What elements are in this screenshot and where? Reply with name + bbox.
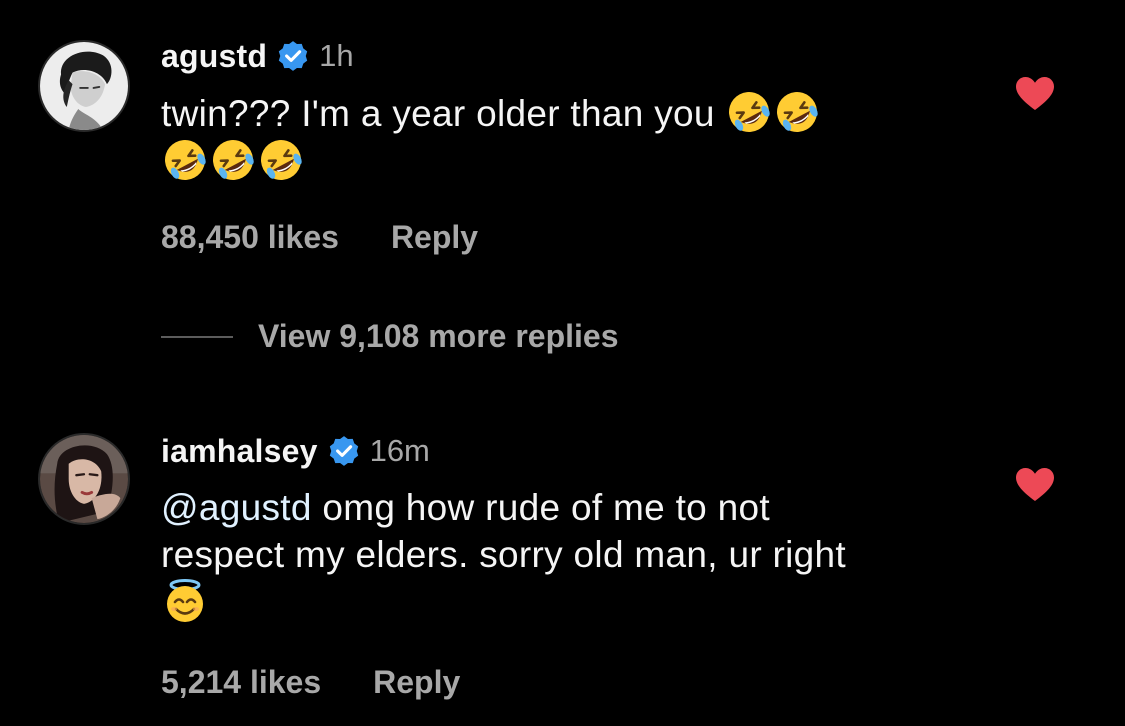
likes-count[interactable]: 5,214 likes bbox=[161, 664, 321, 701]
avatar-image bbox=[40, 42, 128, 130]
like-heart-icon[interactable] bbox=[1015, 76, 1055, 112]
rolling-on-floor-laughing-icon bbox=[162, 137, 208, 183]
timestamp: 16m bbox=[369, 433, 430, 468]
comment-meta: agustd 1h bbox=[161, 30, 981, 82]
divider-line bbox=[161, 335, 233, 338]
verified-badge-icon bbox=[327, 434, 361, 468]
verified-badge-icon bbox=[276, 39, 310, 73]
comment-actions: 88,450 likes Reply bbox=[161, 219, 981, 256]
comment-body: iamhalsey 16m @agustd omg how rude of me… bbox=[161, 425, 981, 701]
avatar[interactable] bbox=[38, 433, 130, 525]
rolling-on-floor-laughing-icon bbox=[774, 89, 820, 135]
comment-meta: iamhalsey 16m bbox=[161, 425, 981, 477]
reply-button[interactable]: Reply bbox=[391, 219, 478, 256]
view-more-replies-label[interactable]: View 9,108 more replies bbox=[258, 318, 619, 355]
username[interactable]: iamhalsey bbox=[161, 433, 318, 470]
rolling-on-floor-laughing-icon bbox=[210, 137, 256, 183]
mention-link[interactable]: @agustd bbox=[161, 487, 312, 528]
view-more-replies[interactable]: View 9,108 more replies bbox=[161, 318, 619, 355]
timestamp: 1h bbox=[319, 38, 354, 73]
comment-text: @agustd omg how rude of me to not respec… bbox=[161, 484, 901, 626]
avatar-image bbox=[40, 435, 128, 523]
comment-text: twin??? I'm a year older than you bbox=[161, 89, 981, 185]
comment-text-content: twin??? I'm a year older than you bbox=[161, 93, 715, 134]
comment-body: agustd 1h twin??? I'm a year older than … bbox=[161, 30, 981, 256]
smiling-face-with-halo-icon bbox=[162, 578, 208, 624]
rolling-on-floor-laughing-icon bbox=[258, 137, 304, 183]
avatar[interactable] bbox=[38, 40, 130, 132]
rolling-on-floor-laughing-icon bbox=[726, 89, 772, 135]
comment-actions: 5,214 likes Reply bbox=[161, 664, 981, 701]
comments-screen: agustd 1h twin??? I'm a year older than … bbox=[0, 0, 1125, 726]
likes-count[interactable]: 88,450 likes bbox=[161, 219, 339, 256]
reply-button[interactable]: Reply bbox=[373, 664, 460, 701]
username[interactable]: agustd bbox=[161, 38, 267, 75]
like-heart-icon[interactable] bbox=[1015, 467, 1055, 503]
